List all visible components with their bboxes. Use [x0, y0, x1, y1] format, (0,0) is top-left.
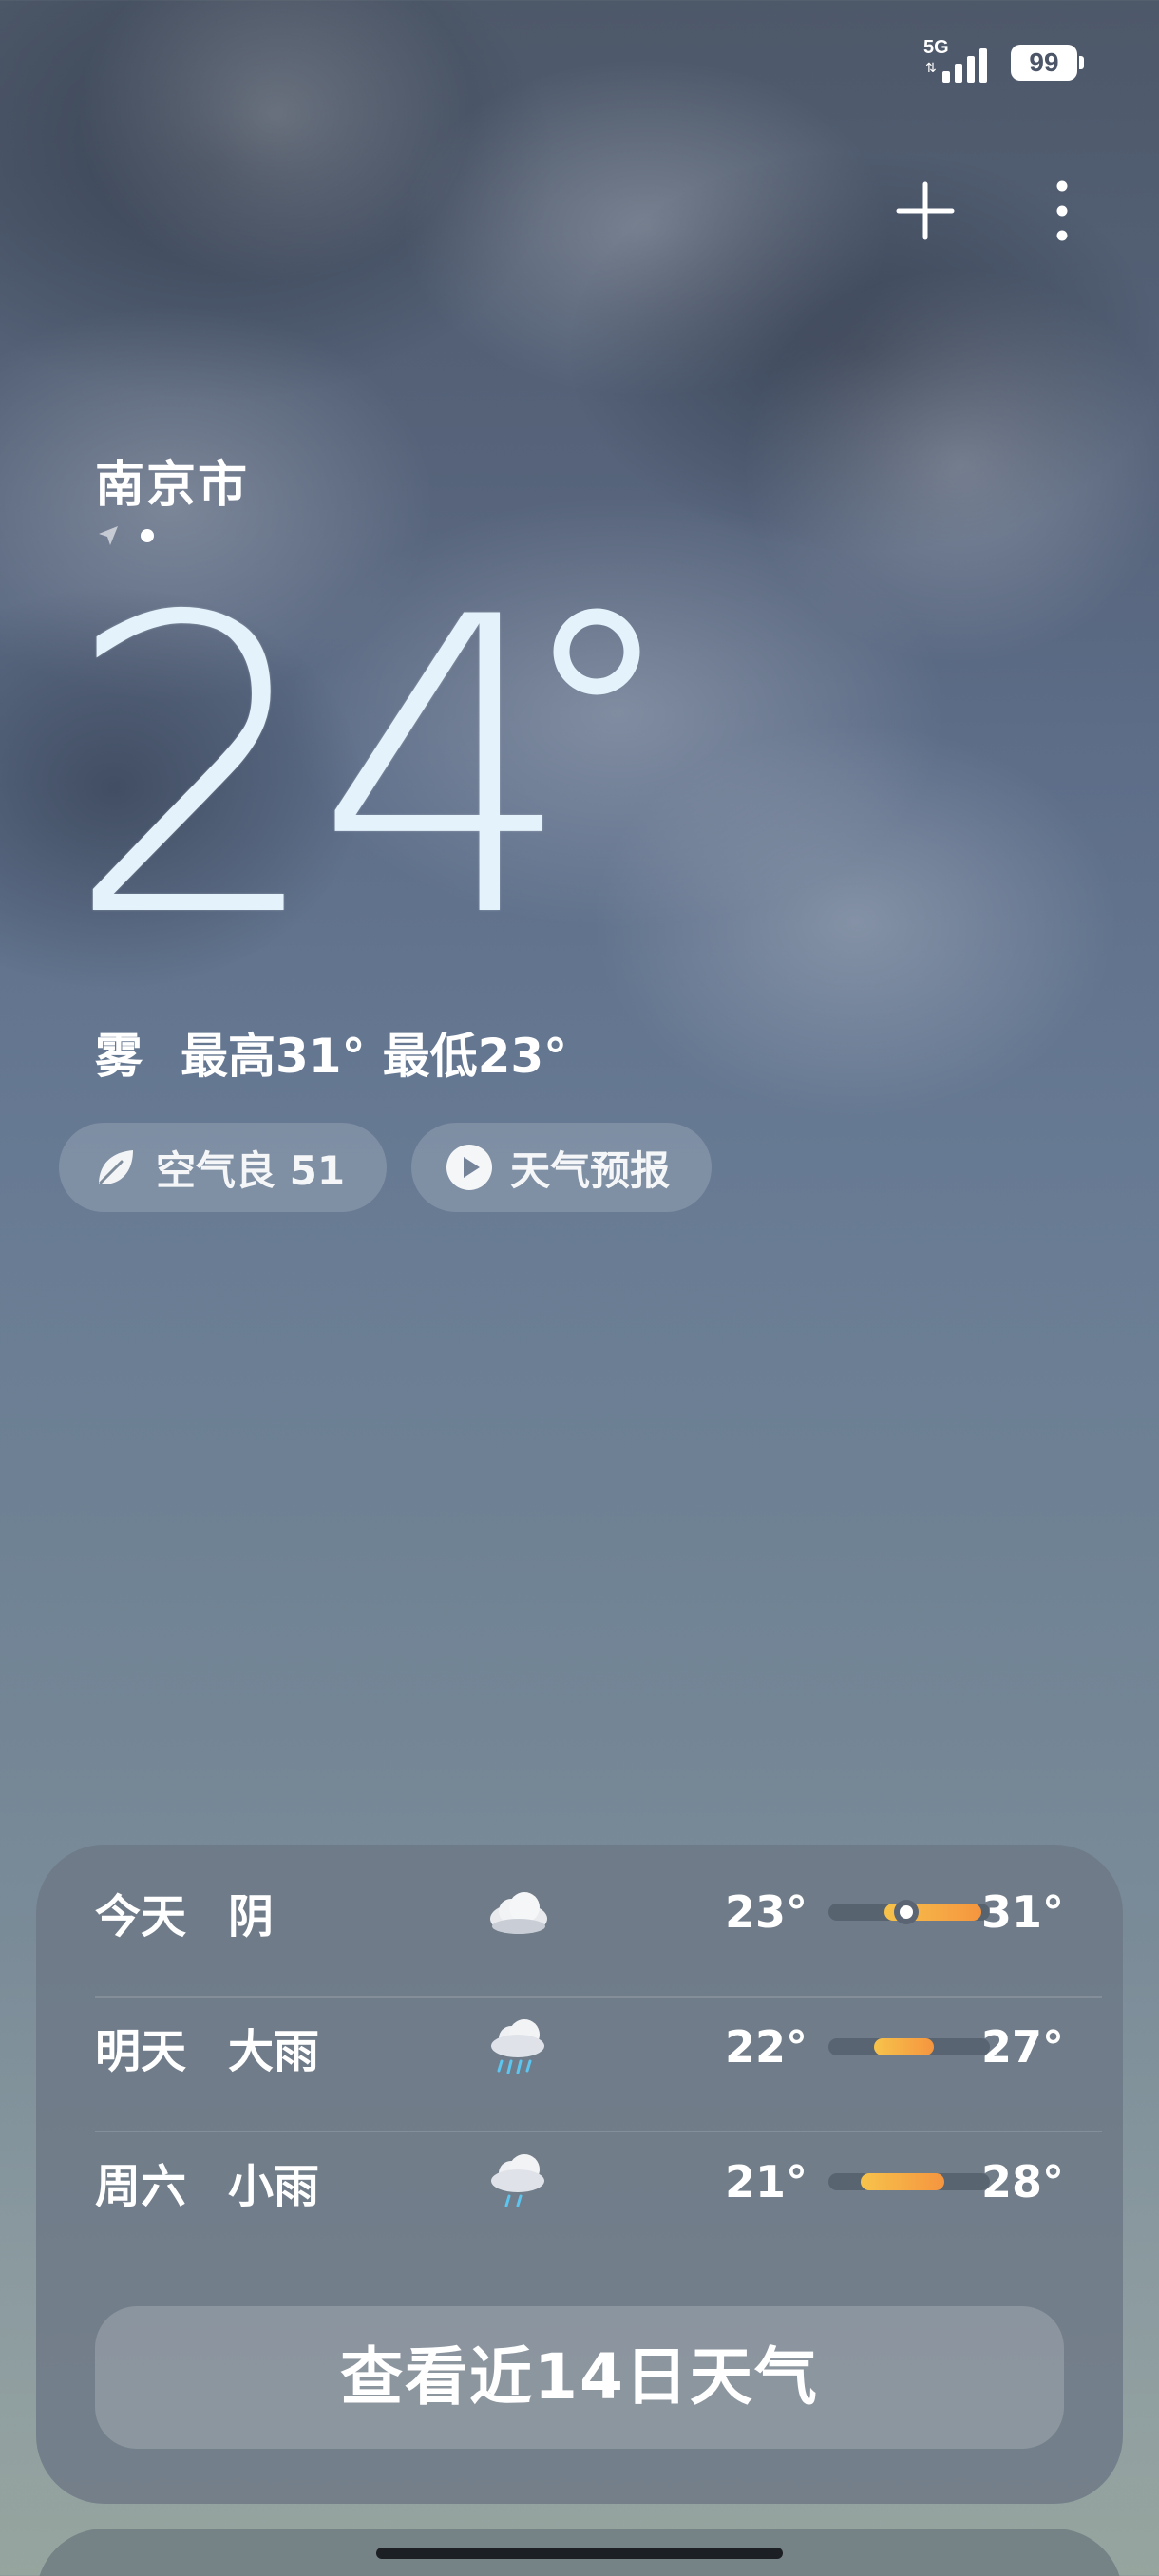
temp-range-fill	[861, 2173, 944, 2190]
top-actions	[895, 180, 1074, 241]
temp-range-bar	[828, 2173, 990, 2190]
weather-video-chip[interactable]: 天气预报	[411, 1123, 712, 1212]
city-name[interactable]: 南京市	[95, 445, 249, 516]
daily-forecast-card: 今天 阴 23° 31° 明天 大雨 22° 27° 周六 小雨 21° 28°…	[36, 1845, 1123, 2504]
air-quality-chip[interactable]: 空气良 51	[59, 1123, 388, 1212]
forecast-row-today[interactable]: 今天 阴 23° 31°	[95, 1845, 1064, 1979]
status-bar: 5G ⇅ 99	[923, 34, 1084, 91]
current-temp-marker	[894, 1900, 919, 1924]
forecast-condition: 小雨	[228, 2160, 320, 2213]
signal-indicator: 5G ⇅	[923, 37, 998, 86]
forecast-day: 明天	[95, 2025, 187, 2078]
today-high: 最高31°	[180, 1029, 366, 1084]
forecast-day: 今天	[95, 1890, 187, 1943]
more-options-button[interactable]	[1051, 180, 1074, 241]
forecast-row-saturday[interactable]: 周六 小雨 21° 28°	[95, 2114, 1064, 2249]
light-rain-icon	[491, 2154, 544, 2207]
weather-summary: 雾 最高31° 最低23°	[95, 1018, 567, 1087]
current-temperature: 24	[65, 532, 575, 1007]
air-quality-label: 空气良 51	[156, 1146, 346, 1194]
plus-icon	[896, 181, 955, 240]
temp-range-bar	[828, 2038, 990, 2055]
forecast-high: 27°	[980, 2021, 1064, 2073]
view-14-day-button[interactable]: 查看近14日天气	[95, 2306, 1064, 2449]
data-arrows-icon: ⇅	[925, 61, 937, 76]
info-chips: 空气良 51 天气预报	[59, 1123, 712, 1212]
degree-symbol	[553, 608, 640, 695]
cloudy-icon	[490, 1892, 547, 1934]
forecast-low: 23°	[724, 1886, 808, 1938]
add-city-button[interactable]	[895, 180, 956, 241]
temp-range-bar	[828, 1900, 990, 1924]
forecast-row-tomorrow[interactable]: 明天 大雨 22° 27°	[95, 1979, 1064, 2114]
temp-range-fill	[874, 2038, 934, 2055]
current-condition: 雾	[95, 1029, 142, 1084]
signal-bars-icon	[942, 48, 987, 83]
heavy-rain-icon	[491, 2019, 544, 2074]
forecast-condition: 大雨	[228, 2025, 320, 2078]
forecast-low: 21°	[724, 2156, 808, 2207]
forecast-high: 28°	[980, 2156, 1064, 2207]
leaf-icon	[99, 1150, 133, 1184]
forecast-condition: 阴	[228, 1890, 275, 1943]
forecast-day: 周六	[95, 2160, 187, 2213]
forecast-high: 31°	[980, 1886, 1064, 1938]
forecast-low: 22°	[724, 2021, 808, 2073]
play-icon	[446, 1145, 493, 1190]
more-vertical-icon	[1056, 180, 1068, 241]
home-indicator[interactable]	[376, 2548, 783, 2559]
battery-indicator: 99	[1011, 45, 1084, 81]
today-low: 最低23°	[382, 1029, 568, 1084]
weather-video-label: 天气预报	[510, 1146, 671, 1194]
